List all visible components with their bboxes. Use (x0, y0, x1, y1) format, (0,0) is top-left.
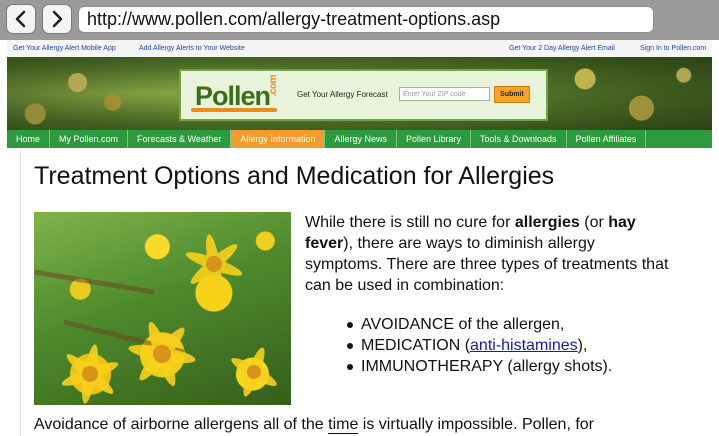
list-item-avoidance: AVOIDANCE of the allergen, (347, 314, 612, 335)
nav-tools-downloads[interactable]: Tools & Downloads (471, 130, 567, 148)
page-title: Treatment Options and Medication for All… (34, 162, 555, 190)
website-alerts-link[interactable]: Add Allergy Alerts to Your Website (139, 40, 245, 57)
sign-in-link[interactable]: Sign In to Pollen.com (640, 40, 706, 57)
flower-petals-graphic (34, 234, 277, 404)
back-button[interactable] (6, 4, 36, 34)
intro-paragraph: While there is still no cure for allergi… (305, 212, 675, 296)
mobile-app-link[interactable]: Get Your Allergy Alert Mobile App (13, 40, 116, 57)
immunotherapy-text: IMMUNOTHERAPY (allergy shots). (361, 358, 613, 375)
nav-pollen-affiliates[interactable]: Pollen Affiliates (567, 130, 647, 148)
list-item-medication: MEDICATION (anti-histamines), (347, 335, 612, 356)
browser-toolbar: http://www.pollen.com/allergy-treatment-… (0, 0, 719, 40)
treatment-list: AVOIDANCE of the allergen, MEDICATION (a… (347, 314, 612, 377)
chevron-right-icon (52, 10, 63, 28)
nav-allergy-information[interactable]: Allergy Information (231, 130, 326, 148)
intro-text-3: ), there are ways to diminish allergy sy… (305, 235, 669, 294)
forecast-label: Get Your Allergy Forecast (297, 90, 388, 99)
outro-text-1: Avoidance of airborne allergens all of t… (34, 416, 329, 433)
top-links-bar: Get Your Allergy Alert Mobile App Add Al… (7, 40, 712, 57)
medication-prefix: MEDICATION ( (361, 337, 471, 354)
forecast-widget: Pollen .com Get Your Allergy Forecast Su… (179, 69, 548, 121)
nav-forecasts-weather[interactable]: Forecasts & Weather (128, 130, 232, 148)
nav-home[interactable]: Home (7, 130, 51, 148)
chevron-left-icon (15, 10, 26, 28)
avoidance-paragraph: Avoidance of airborne allergens all of t… (34, 414, 594, 435)
header-banner: Pollen .com Get Your Allergy Forecast Su… (7, 57, 712, 130)
logo-swoosh (191, 108, 277, 112)
forward-button[interactable] (42, 4, 72, 34)
avoidance-text: AVOIDANCE of the allergen, (361, 316, 565, 333)
zip-code-input[interactable] (399, 87, 490, 101)
nav-allergy-news[interactable]: Allergy News (325, 130, 397, 148)
pollen-logo[interactable]: Pollen (195, 81, 271, 111)
time-link[interactable]: time (328, 416, 359, 434)
email-alert-link[interactable]: Get Your 2 Day Allergy Alert Email (509, 40, 615, 57)
main-nav: Home My Pollen.com Forecasts & Weather A… (7, 130, 712, 148)
nav-pollen-library[interactable]: Pollen Library (397, 130, 472, 148)
submit-button[interactable]: Submit (494, 86, 530, 103)
intro-bold-allergies: allergies (514, 214, 580, 231)
outro-text-2: is virtually impossible. Pollen, for (358, 416, 594, 433)
logo-dotcom: .com (268, 75, 279, 97)
nav-my-pollen[interactable]: My Pollen.com (50, 130, 129, 148)
medication-suffix: ), (577, 337, 588, 354)
address-bar[interactable]: http://www.pollen.com/allergy-treatment-… (78, 6, 654, 33)
list-item-immunotherapy: IMMUNOTHERAPY (allergy shots). (347, 356, 612, 377)
intro-text-2: (or (579, 214, 609, 231)
main-content: Treatment Options and Medication for All… (20, 148, 712, 436)
anti-histamines-link[interactable]: anti-histamines (470, 337, 578, 354)
flower-photo (34, 212, 291, 405)
intro-text-1: While there is still no cure for (305, 214, 515, 231)
